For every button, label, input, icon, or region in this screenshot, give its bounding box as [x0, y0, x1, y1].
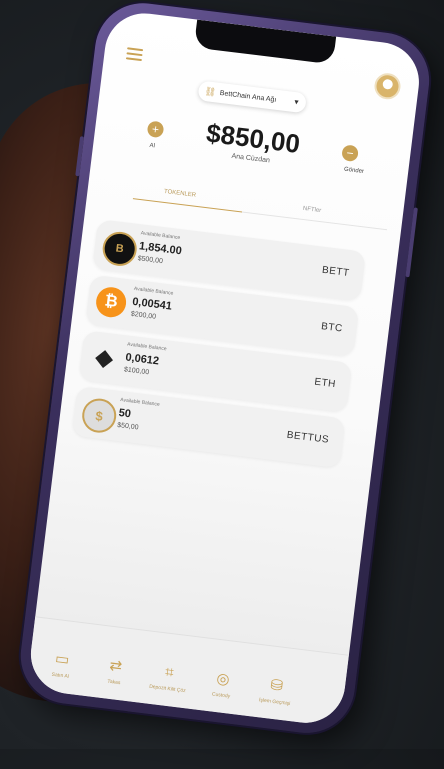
- network-selector[interactable]: ⛓ BettChain Ana Ağı ▼: [197, 80, 308, 114]
- asset-symbol: BETTUS: [286, 429, 330, 446]
- phone-body: ⛓ BettChain Ana Ağı ▼ + Al $850,00 Ana C…: [15, 0, 435, 739]
- nav-buy[interactable]: ▭ Satın Al: [36, 648, 87, 682]
- chevron-down-icon: ▼: [292, 98, 301, 107]
- wallet-icon: ▭: [54, 650, 71, 669]
- bitcoin-icon: ₿: [94, 285, 128, 319]
- asset-symbol: BTC: [320, 321, 344, 335]
- avatar[interactable]: [373, 71, 402, 101]
- bett-coin-icon: B: [100, 229, 139, 268]
- unlock-icon: ⌗: [164, 663, 175, 682]
- asset-amount: 0,0612: [124, 351, 160, 368]
- ethereum-icon: ◆: [94, 343, 115, 371]
- asset-symbol: ETH: [313, 376, 337, 391]
- notch: [193, 19, 337, 65]
- custody-icon: ◎: [215, 669, 231, 689]
- swap-icon: ⇄: [108, 656, 124, 676]
- tab-tokens[interactable]: TOKENLER: [164, 189, 197, 199]
- link-icon: ⛓: [204, 85, 217, 97]
- phone: ⛓ BettChain Ana Ağı ▼ + Al $850,00 Ana C…: [0, 0, 444, 769]
- asset-label: Available Balance: [133, 285, 174, 297]
- nav-swap[interactable]: ⇄ Takas: [90, 655, 141, 689]
- bottom-nav: ▭ Satın Al ⇄ Takas ⌗ Depozit Kilit Çöz ◎…: [26, 616, 349, 728]
- nav-deposit[interactable]: ⌗ Depozit Kilit Çöz: [143, 661, 194, 695]
- nav-label: Custody: [211, 691, 231, 700]
- asset-amount: 0,00541: [131, 295, 173, 313]
- asset-usd-value: $50,00: [116, 421, 139, 432]
- asset-usd-value: $200,00: [130, 310, 157, 321]
- nav-label: Depozit Kilit Çöz: [148, 683, 186, 695]
- asset-usd-value: $100,00: [123, 366, 150, 377]
- asset-amount: 50: [117, 406, 132, 421]
- asset-usd-value: $500,00: [137, 255, 164, 266]
- nav-label: Satın Al: [51, 671, 70, 680]
- history-icon: ⛁: [269, 676, 284, 695]
- nav-history[interactable]: ⛁ İşlem Geçmişi: [250, 674, 301, 708]
- asset-label: Available Balance: [126, 341, 167, 353]
- nav-label: Takas: [106, 678, 121, 687]
- network-label: BettChain Ana Ağı: [219, 89, 277, 104]
- asset-tabs: TOKENLER NFTler: [123, 184, 389, 231]
- asset-label: Available Balance: [119, 397, 161, 408]
- asset-label: Available Balance: [140, 230, 181, 242]
- phone-screen: ⛓ BettChain Ana Ağı ▼ + Al $850,00 Ana C…: [26, 8, 424, 728]
- asset-symbol: BETT: [321, 264, 351, 279]
- bettus-coin-icon: $: [80, 396, 119, 435]
- tab-nfts[interactable]: NFTler: [303, 206, 322, 214]
- wallet-balance: $850,00: [204, 117, 302, 159]
- nav-custody[interactable]: ◎ Custody: [197, 668, 248, 702]
- asset-amount: 1,854.00: [138, 240, 183, 258]
- menu-icon[interactable]: [125, 47, 144, 62]
- nav-label: İşlem Geçmişi: [258, 697, 291, 708]
